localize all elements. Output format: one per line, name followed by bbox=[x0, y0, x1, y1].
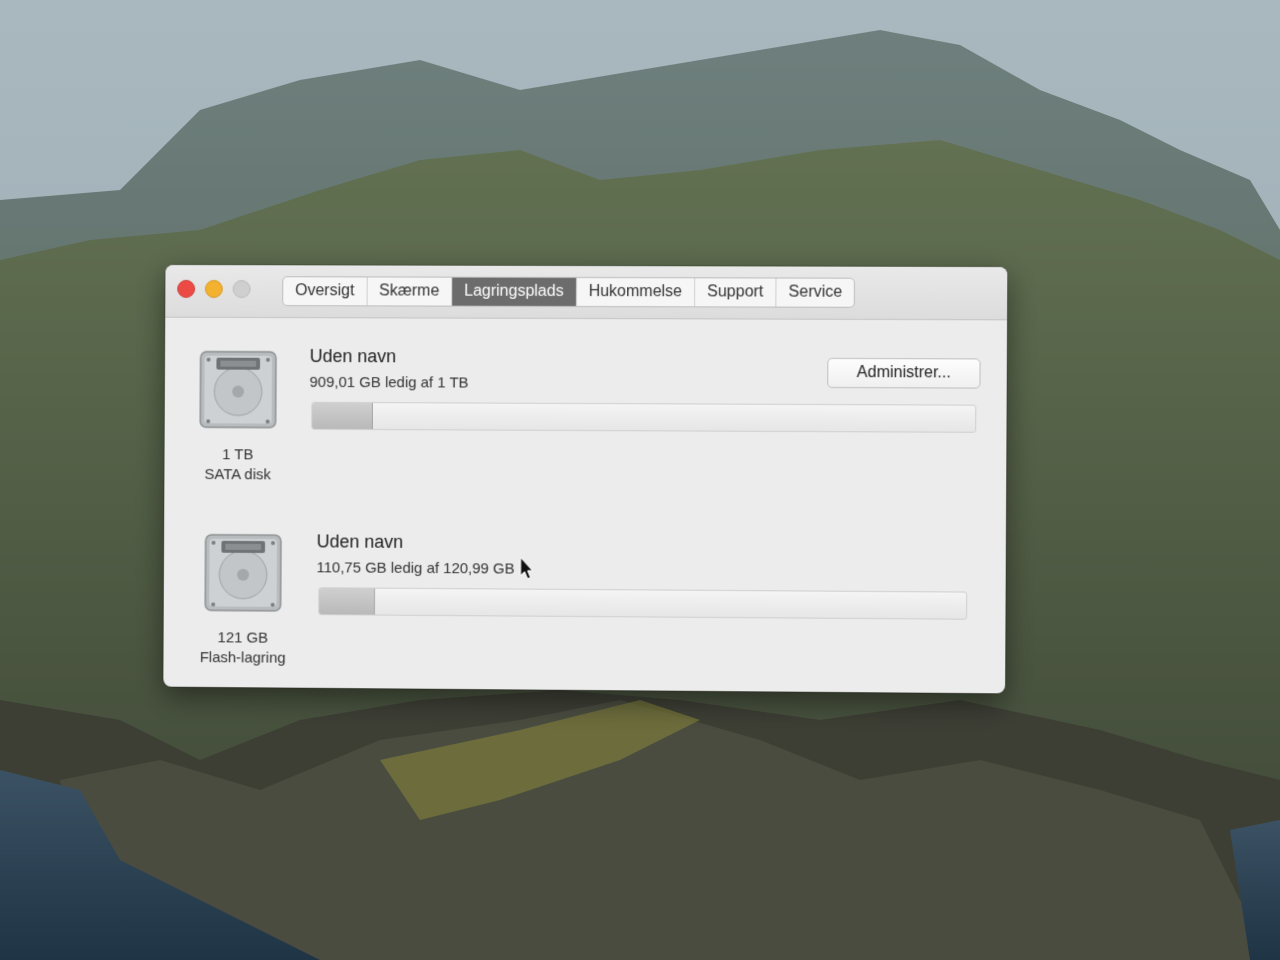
tab-support[interactable]: Support bbox=[695, 278, 777, 307]
tab-hukommelse[interactable]: Hukommelse bbox=[576, 277, 696, 307]
desktop: Oversigt Skærme Lagringsplads Hukommelse… bbox=[0, 0, 1280, 960]
hard-drive-icon bbox=[203, 531, 283, 613]
about-this-mac-window: Oversigt Skærme Lagringsplads Hukommelse… bbox=[163, 264, 1008, 694]
tab-service[interactable]: Service bbox=[776, 279, 854, 307]
storage-content: 1 TB SATA disk Uden navn 909,01 GB ledig… bbox=[163, 318, 1007, 694]
volume-name: Uden navn bbox=[316, 531, 404, 552]
volume-name: Uden navn bbox=[309, 346, 397, 367]
tab-bar: Oversigt Skærme Lagringsplads Hukommelse… bbox=[282, 276, 856, 308]
mouse-pointer-icon bbox=[520, 556, 534, 580]
volume-free-info: 909,01 GB ledig af 1 TB bbox=[309, 373, 469, 392]
zoom-button[interactable] bbox=[232, 280, 251, 299]
tab-skaerme[interactable]: Skærme bbox=[367, 277, 453, 306]
storage-bar-used bbox=[319, 588, 375, 615]
disk-capacity: 1 TB bbox=[222, 446, 254, 464]
window-titlebar: Oversigt Skærme Lagringsplads Hukommelse… bbox=[165, 264, 1008, 321]
storage-bar bbox=[311, 401, 977, 433]
volume-free-info: 110,75 GB ledig af 120,99 GB bbox=[316, 559, 515, 578]
tab-lagringsplads[interactable]: Lagringsplads bbox=[452, 277, 577, 306]
storage-bar bbox=[318, 587, 968, 620]
disk-capacity: 121 GB bbox=[217, 629, 269, 647]
manage-button[interactable]: Administrer... bbox=[827, 357, 981, 389]
storage-bar-used bbox=[312, 402, 374, 430]
disk-type: SATA disk bbox=[204, 466, 271, 484]
minimize-button[interactable] bbox=[204, 279, 223, 298]
disk-type: Flash-lagring bbox=[199, 649, 286, 667]
hard-drive-icon bbox=[198, 348, 278, 430]
tab-oversigt[interactable]: Oversigt bbox=[283, 277, 368, 306]
close-button[interactable] bbox=[177, 279, 196, 298]
